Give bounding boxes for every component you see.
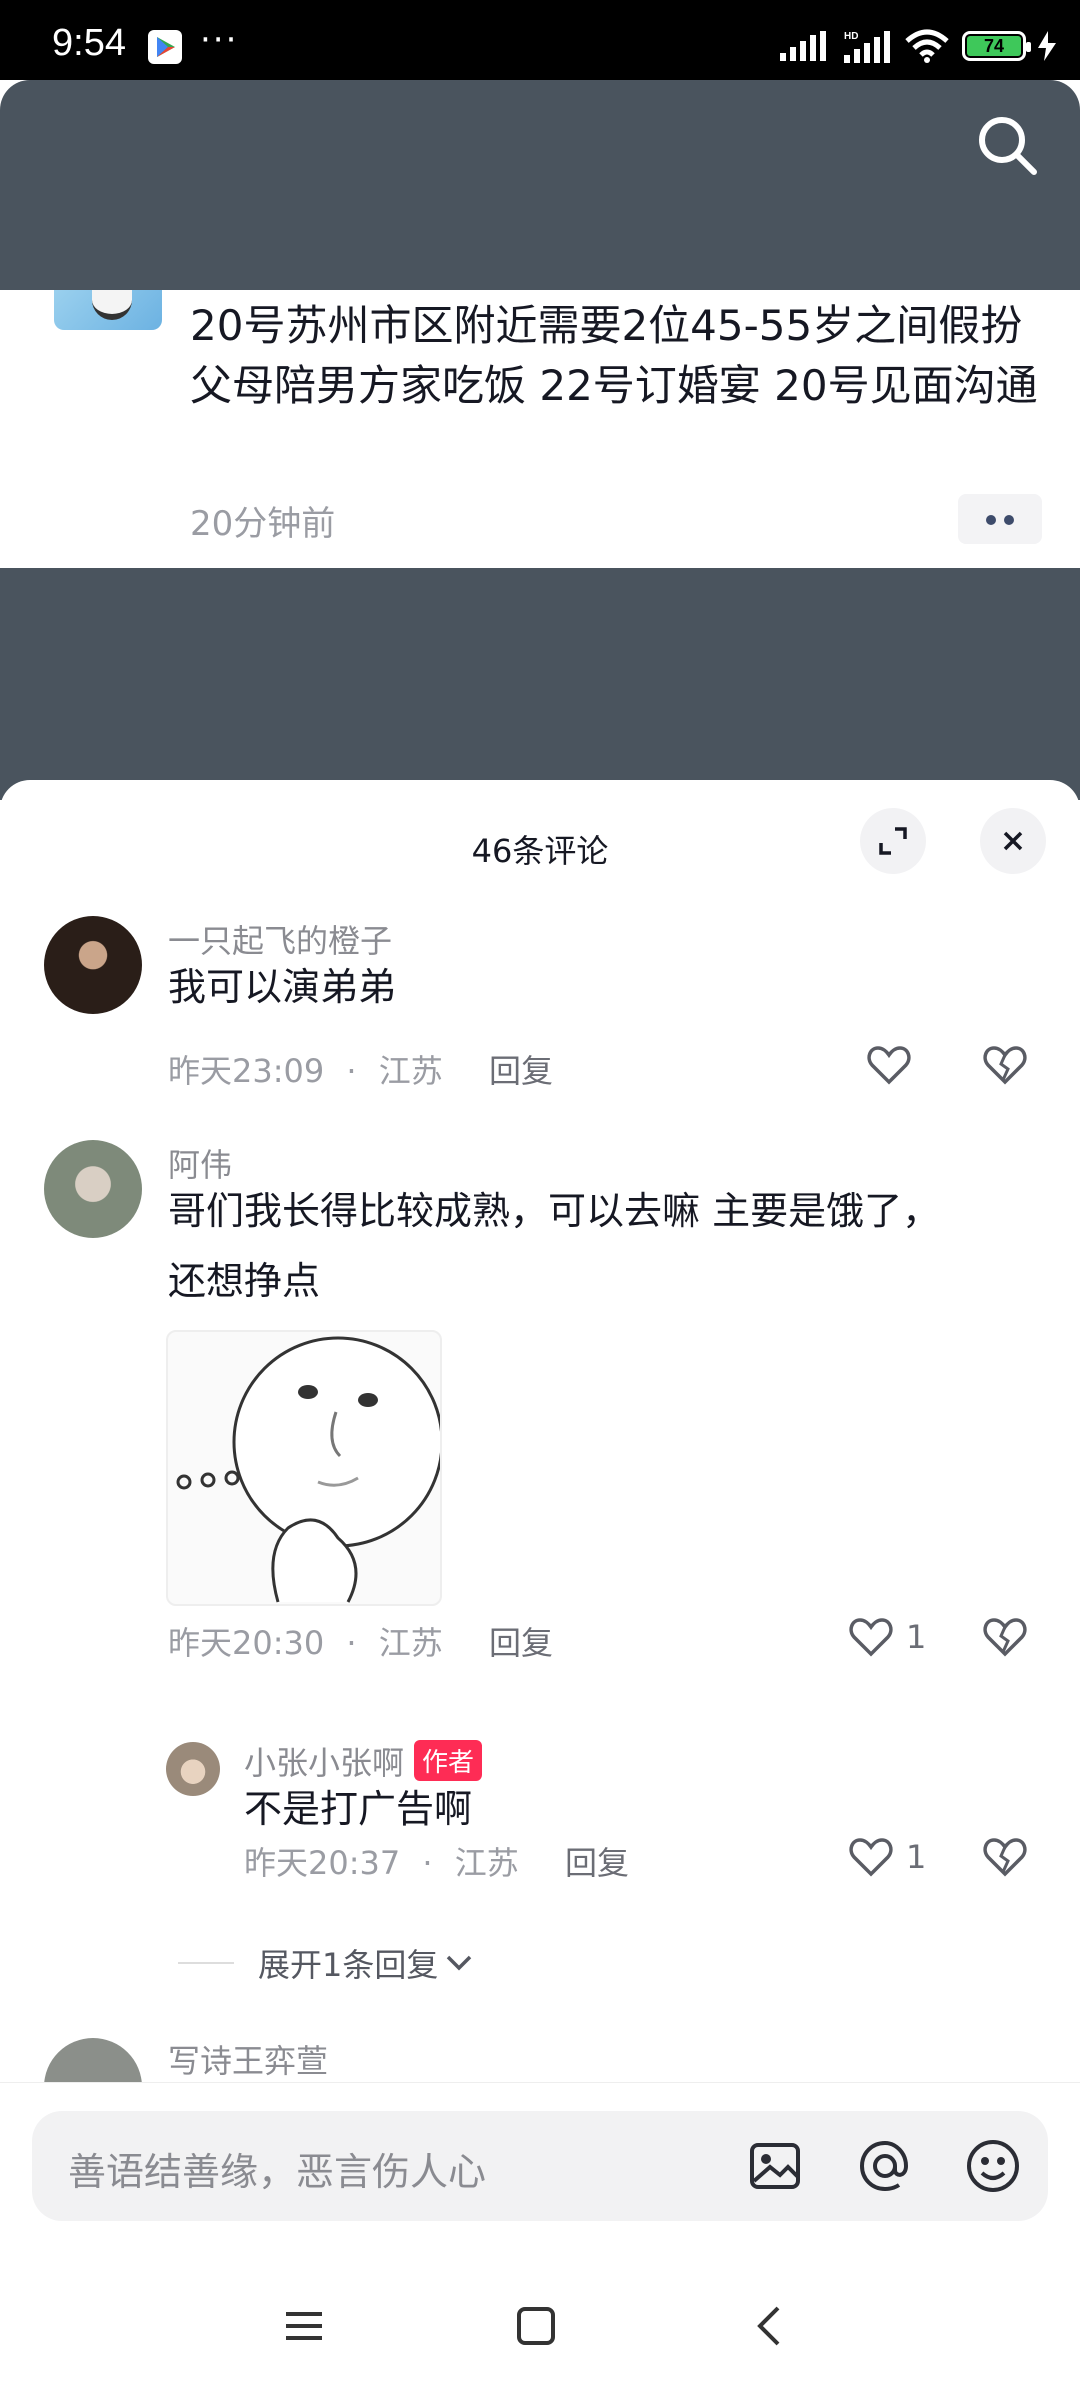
close-sheet-button[interactable] — [980, 808, 1046, 874]
dislike-button[interactable] — [982, 1612, 1030, 1662]
broken-heart-icon — [983, 1838, 1027, 1877]
home-icon[interactable] — [506, 2296, 566, 2356]
post-time: 20分钟前 — [190, 504, 336, 544]
search-icon[interactable] — [972, 110, 1042, 180]
post-text: 20号苏州市区附近需要2位45-55岁之间假扮父母陪男方家吃饭 22号订婚宴 2… — [190, 301, 1038, 410]
meta-separator: · — [346, 1052, 357, 1090]
avatar[interactable] — [44, 2038, 142, 2082]
chevron-down-icon — [447, 1955, 472, 1971]
comment-sheet: 46条评论 一只起飞的橙子 我可以演弟弟 昨天23:09 · 江苏 回复 阿伟 … — [0, 780, 1080, 2400]
comment-username[interactable]: 写诗王弈萱 — [168, 2036, 328, 2082]
dislike-button[interactable] — [982, 1040, 1030, 1090]
reply-time: 昨天20:37 — [244, 1844, 401, 1882]
reply-button[interactable]: 回复 — [489, 1624, 553, 1662]
heart-icon — [867, 1046, 911, 1085]
expand-sheet-button[interactable] — [860, 808, 926, 874]
post-card[interactable]: 20号苏州市区附近需要2位45-55岁之间假扮父母陪男方家吃饭 22号订婚宴 2… — [0, 290, 1080, 568]
more-options-button[interactable] — [958, 494, 1042, 544]
status-time: 9:54 — [52, 22, 126, 64]
system-nav-bar — [0, 2270, 1080, 2400]
avatar[interactable] — [44, 916, 142, 1014]
comment-sticker-image[interactable] — [166, 1330, 442, 1606]
svg-text:HD: HD — [844, 31, 858, 42]
status-bar: 9:54 ··· HD 74 — [0, 0, 1080, 80]
broken-heart-icon — [983, 1046, 1027, 1085]
at-mention-icon[interactable] — [854, 2135, 916, 2197]
signal-hd-icon: HD — [844, 31, 890, 63]
comment-input[interactable]: 善语结善缘，恶言伤人心 — [32, 2111, 1048, 2221]
close-icon — [1003, 831, 1023, 851]
comment-location: 江苏 — [378, 1052, 443, 1090]
comment-location: 江苏 — [378, 1624, 443, 1662]
comment-input-bar: 善语结善缘，恶言伤人心 — [0, 2082, 1080, 2290]
signal-icon — [780, 31, 826, 61]
dislike-button[interactable] — [982, 1832, 1030, 1882]
battery-icon: 74 — [962, 31, 1031, 61]
divider — [178, 1962, 234, 1964]
comment-time: 昨天23:09 — [168, 1052, 325, 1090]
expand-replies-button[interactable]: 展开1条回复 — [178, 1940, 474, 1986]
like-button[interactable] — [866, 1040, 926, 1090]
play-store-icon — [148, 30, 182, 64]
back-icon[interactable] — [740, 2296, 800, 2356]
meta-separator: · — [346, 1624, 357, 1662]
menu-icon[interactable] — [274, 2296, 334, 2356]
charging-icon — [1038, 31, 1056, 61]
like-button[interactable] — [848, 1832, 908, 1882]
notification-overflow: ··· — [200, 20, 239, 60]
avatar[interactable] — [166, 1742, 220, 1796]
emoji-icon[interactable] — [962, 2135, 1024, 2197]
like-count: 1 — [906, 1838, 927, 1876]
heart-icon — [849, 1618, 893, 1657]
heart-icon — [849, 1838, 893, 1877]
reply-button[interactable]: 回复 — [489, 1052, 553, 1090]
battery-level: 74 — [967, 36, 1021, 56]
image-icon[interactable] — [744, 2135, 806, 2197]
post-thumbnail[interactable] — [54, 290, 162, 330]
status-icons: HD 74 — [780, 26, 1056, 66]
comment-text-line1: 哥们我长得比较成熟，可以去嘛 主要是饿了， — [168, 1189, 941, 1233]
reply-button[interactable]: 回复 — [565, 1844, 629, 1882]
wifi-icon — [905, 29, 949, 63]
reply-meta: 昨天20:37 · 江苏 回复 — [244, 1838, 629, 1884]
comment-input-placeholder: 善语结善缘，恶言伤人心 — [68, 2150, 487, 2194]
avatar[interactable] — [44, 1140, 142, 1238]
reply-location: 江苏 — [454, 1844, 519, 1882]
comment-text-line2: 还想挣点 — [168, 1259, 321, 1303]
reply-text: 不是打广告啊 — [244, 1787, 473, 1831]
comment-meta: 昨天23:09 · 江苏 回复 — [168, 1046, 553, 1092]
comment-time: 昨天20:30 — [168, 1624, 325, 1662]
like-count: 1 — [906, 1618, 927, 1656]
comment-meta: 昨天20:30 · 江苏 回复 — [168, 1618, 553, 1664]
broken-heart-icon — [983, 1618, 1027, 1657]
comment-list[interactable]: 一只起飞的橙子 我可以演弟弟 昨天23:09 · 江苏 回复 阿伟 哥们我长得比… — [0, 872, 1080, 2082]
expand-replies-label: 展开1条回复 — [258, 1946, 439, 1984]
like-button[interactable] — [848, 1612, 908, 1662]
expand-icon — [879, 827, 907, 855]
comment-text: 我可以演弟弟 — [168, 965, 397, 1009]
meta-separator: · — [422, 1844, 433, 1882]
